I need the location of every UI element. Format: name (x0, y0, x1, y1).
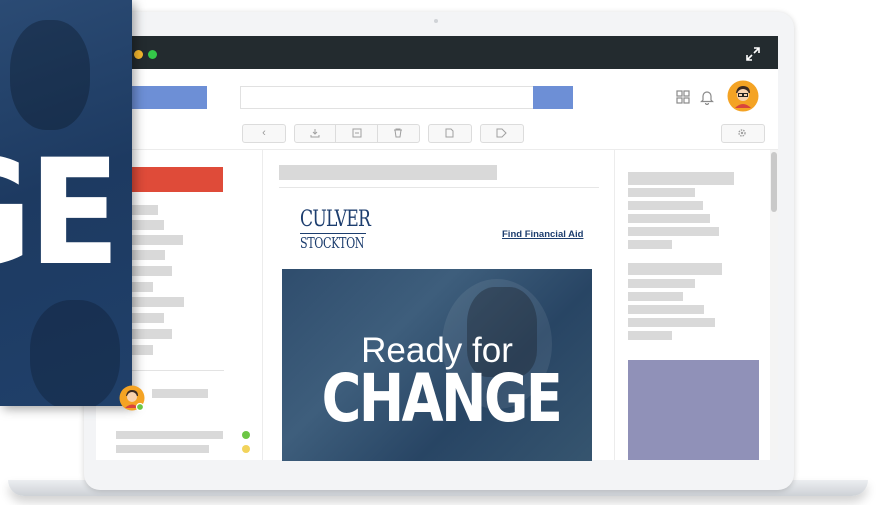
panel-line (628, 318, 715, 327)
toolbar-divider (377, 125, 378, 142)
chat-item[interactable] (116, 445, 209, 453)
logo-line-1: CULVER (300, 207, 371, 232)
tag-icon[interactable] (496, 128, 507, 138)
apps-grid-icon[interactable] (676, 90, 690, 104)
window-titlebar (96, 36, 778, 69)
panel-line (628, 292, 683, 301)
download-icon[interactable] (310, 128, 320, 138)
ad-block[interactable] (628, 360, 759, 460)
sidebar-divider (262, 150, 263, 460)
email-subject (279, 165, 497, 180)
gear-icon[interactable] (737, 128, 747, 138)
panel-line (628, 331, 672, 340)
brand-button[interactable] (120, 86, 207, 109)
find-financial-aid-link[interactable]: Find Financial Aid (502, 229, 583, 240)
sidebar-section-divider (116, 370, 224, 371)
contact-avatar[interactable] (119, 385, 145, 411)
window-maximize-dot[interactable] (148, 50, 157, 59)
window-minimize-dot[interactable] (134, 50, 143, 59)
contact-name (152, 389, 208, 398)
rightpanel-divider (614, 150, 615, 460)
scrollbar-thumb[interactable] (771, 152, 777, 212)
overlay-text: GE (0, 128, 120, 298)
archive-icon[interactable] (352, 128, 362, 138)
trash-icon[interactable] (393, 128, 403, 138)
camera-dot (434, 19, 438, 23)
chat-item[interactable] (116, 431, 223, 439)
hero-banner[interactable]: Ready for CHANGE (282, 269, 592, 461)
logo-line-2: STOCKTON (300, 234, 365, 252)
panel-line (628, 227, 719, 236)
hero-headline: CHANGE (321, 360, 563, 437)
back-button[interactable]: ‹ (242, 124, 286, 143)
search-button[interactable] (533, 86, 573, 109)
search-input[interactable] (240, 86, 534, 109)
promo-overlay-card: GE (0, 0, 132, 406)
panel-line (628, 240, 672, 249)
overlay-figure (30, 300, 120, 406)
panel-heading (628, 263, 722, 275)
compose-button[interactable] (120, 167, 223, 192)
status-dot-green (242, 431, 250, 439)
panel-line (628, 279, 695, 288)
school-logo: CULVER STOCKTON (300, 207, 371, 252)
document-icon[interactable] (445, 128, 454, 138)
panel-line (628, 214, 710, 223)
toolbar-divider (335, 125, 336, 142)
panel-line (628, 201, 703, 210)
email-header-divider (279, 187, 599, 188)
expand-icon[interactable] (746, 47, 760, 61)
status-dot-yellow (242, 445, 250, 453)
panel-heading (628, 172, 734, 185)
panel-line (628, 305, 704, 314)
panel-line (628, 188, 695, 197)
user-avatar[interactable] (727, 80, 759, 112)
overlay-figure (10, 20, 90, 130)
bell-icon[interactable] (700, 89, 714, 105)
toolbar-divider-line (96, 149, 778, 150)
